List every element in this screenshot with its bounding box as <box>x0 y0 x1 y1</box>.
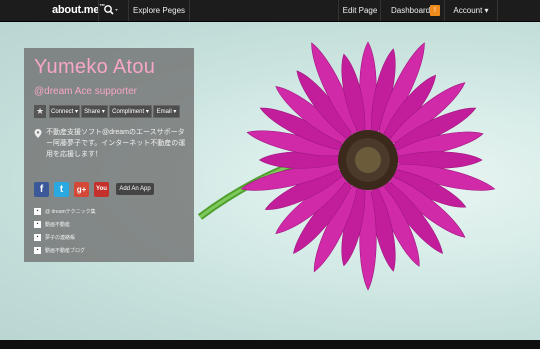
profile-bio: 不動産支援ソフト@dreamのエースサポーター阿藤夢子です。インターネット不動産… <box>46 129 186 158</box>
edit-page-link[interactable]: Edit Page <box>338 0 381 21</box>
google-plus-icon[interactable]: g+ <box>74 182 89 197</box>
logo-text: about.me <box>52 4 100 16</box>
facebook-icon[interactable]: f <box>34 182 49 197</box>
divider <box>98 0 99 21</box>
star-icon: ★ <box>35 106 45 116</box>
location-pin-icon <box>34 129 42 138</box>
blog-icon: ▪ <box>34 208 41 215</box>
blog-icon: ▪ <box>34 247 41 254</box>
dashboard-label: Dashboard <box>391 6 431 15</box>
notification-badge[interactable]: ! <box>430 5 440 16</box>
blog-icon: ▪ <box>34 234 41 241</box>
profile-card: Yumeko Atou @dream Ace supporter ★ Conne… <box>24 48 194 262</box>
link-text: 動画不動産ブログ <box>45 248 86 254</box>
account-menu[interactable]: Account ▾ <box>444 0 498 21</box>
search-button[interactable] <box>103 4 123 18</box>
blog-icon: ▪ <box>34 221 41 228</box>
profile-tagline: @dream Ace supporter <box>34 86 137 97</box>
search-icon <box>104 5 118 15</box>
youtube-icon[interactable]: You <box>94 182 109 197</box>
twitter-icon[interactable]: t <box>54 182 69 197</box>
bottom-bar <box>0 340 540 349</box>
link-text: @ dreamテクニック集 <box>45 209 96 215</box>
add-app-button[interactable]: Add An App <box>116 183 154 195</box>
explore-pages-link[interactable]: Explore Peges <box>128 0 191 21</box>
link-text: 動画不動産 <box>45 222 71 228</box>
top-nav-bar: about.me™ Explore Peges Edit Page Dashbo… <box>0 0 540 22</box>
star-button[interactable]: ★ <box>34 105 46 118</box>
email-button[interactable]: Email ▾ <box>153 105 180 118</box>
dashboard-link[interactable]: Dashboard ! <box>380 0 453 21</box>
link-text: 夢子の連絡帳 <box>45 235 76 241</box>
share-button[interactable]: Share ▾ <box>81 105 108 118</box>
profile-name: Yumeko Atou <box>34 56 156 78</box>
connect-button[interactable]: Connect ▾ <box>49 105 80 118</box>
compliment-button[interactable]: Compliment ▾ <box>109 105 152 118</box>
